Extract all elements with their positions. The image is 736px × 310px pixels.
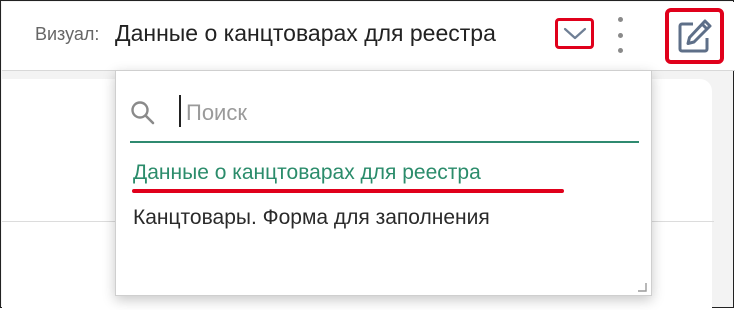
search-input[interactable] <box>186 95 626 131</box>
search-underline <box>130 141 639 143</box>
visual-title[interactable]: Данные о канцтоварах для реестра <box>115 20 496 47</box>
chevron-down-icon <box>563 27 586 39</box>
visual-label: Визуал: <box>35 24 100 44</box>
edit-pencil-icon <box>678 19 711 53</box>
visual-dropdown-button[interactable] <box>555 18 594 49</box>
option-item[interactable]: Канцтовары. Форма для заполнения <box>133 206 490 230</box>
resize-grip-icon[interactable] <box>637 282 647 292</box>
option-selected[interactable]: Данные о канцтоварах для реестра <box>133 161 481 185</box>
more-vertical-icon[interactable] <box>613 17 627 53</box>
app-frame: Визуал: Данные о канцтоварах для реестра <box>0 0 735 309</box>
visual-select-dropdown: Данные о канцтоварах для реестра Канцтов… <box>115 70 652 296</box>
search-icon <box>131 101 155 125</box>
edit-button[interactable] <box>665 8 724 64</box>
text-cursor <box>179 95 181 127</box>
highlight-underline <box>132 189 564 193</box>
visual-header: Визуал: Данные о канцтоварах для реестра <box>2 2 735 71</box>
